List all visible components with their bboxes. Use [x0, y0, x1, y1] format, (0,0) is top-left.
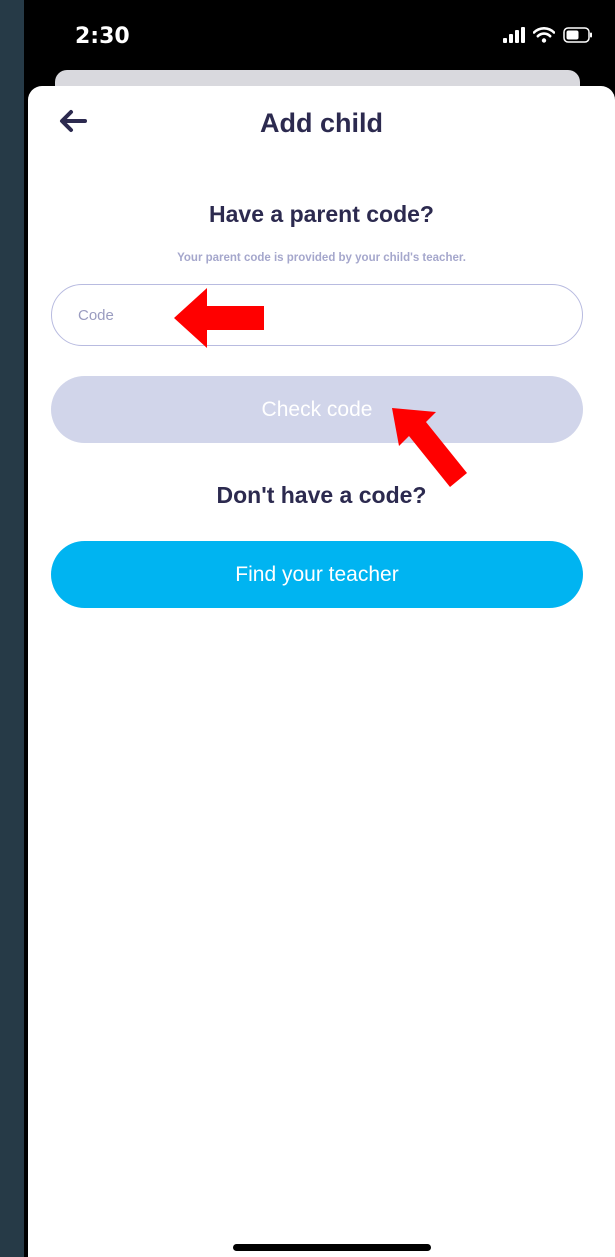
signal-icon — [503, 26, 525, 48]
battery-icon — [563, 26, 593, 48]
phone-screen: 2:30 Add child Have a parent code? Your … — [24, 0, 615, 1257]
no-code-heading: Don't have a code? — [216, 482, 427, 508]
find-teacher-button[interactable]: Find your teacher — [51, 541, 583, 608]
home-indicator — [233, 1244, 431, 1251]
annotation-arrow-up-left-icon — [392, 408, 468, 497]
status-icons — [503, 26, 593, 48]
code-input[interactable] — [51, 284, 583, 346]
page-title: Add child — [260, 108, 383, 138]
parent-code-heading: Have a parent code? — [209, 201, 434, 227]
parent-code-helper: Your parent code is provided by your chi… — [177, 252, 466, 264]
add-child-sheet: Add child Have a parent code? Your paren… — [28, 86, 615, 1257]
status-time: 2:30 — [75, 24, 130, 49]
check-code-button[interactable]: Check code — [51, 376, 583, 443]
annotation-arrow-left-icon — [174, 288, 266, 353]
status-bar: 2:30 — [24, 0, 615, 80]
wifi-icon — [532, 26, 556, 48]
